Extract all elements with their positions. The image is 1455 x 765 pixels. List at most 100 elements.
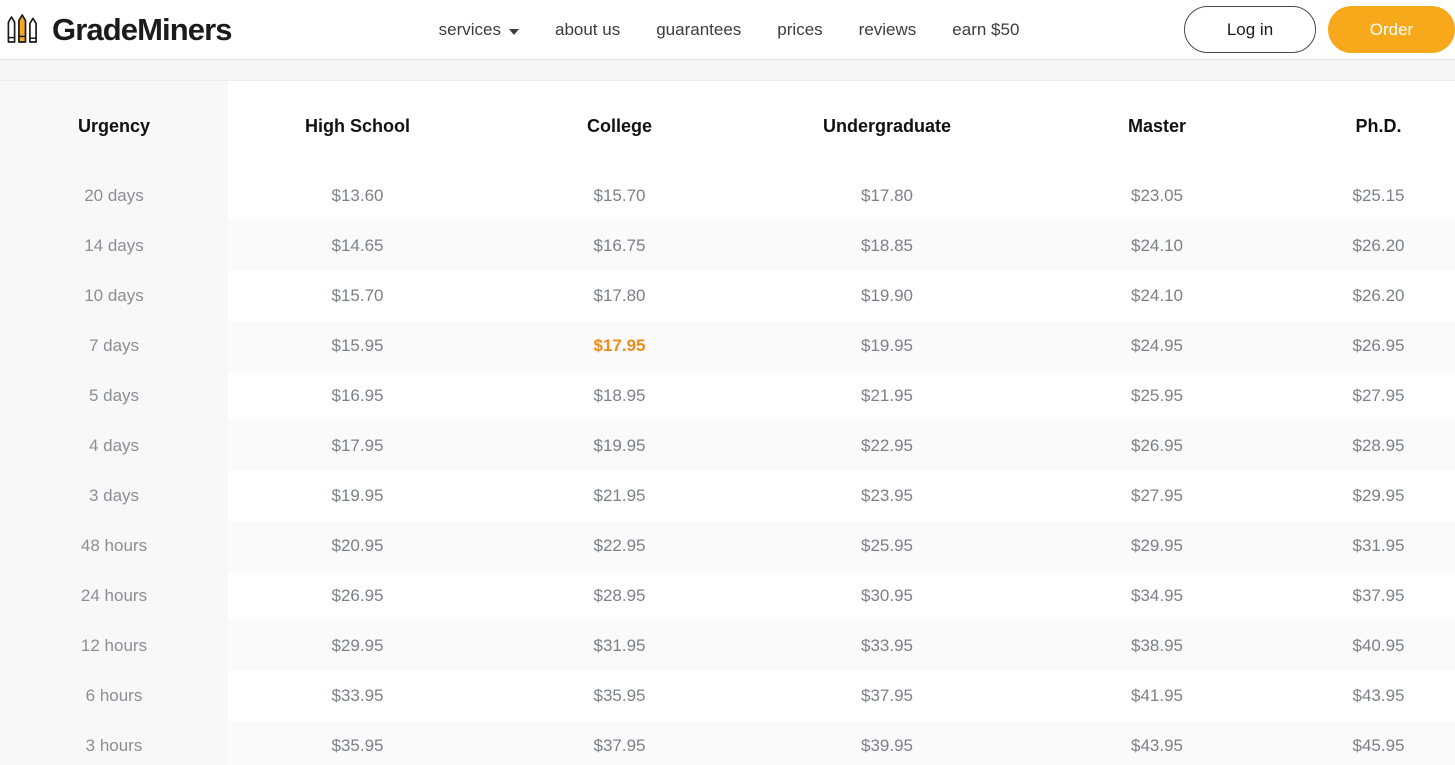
brand-name: GradeMiners bbox=[52, 12, 233, 47]
order-button[interactable]: Order bbox=[1328, 6, 1455, 53]
table-row: 14 days $14.65 $16.75 $18.85 $24.10 $26.20 bbox=[0, 221, 1455, 271]
table-row: 4 days $17.95 $19.95 $22.95 $26.95 $28.95 bbox=[0, 421, 1455, 471]
cell-urgency: 7 days bbox=[0, 321, 228, 371]
table-row: 10 days $15.70 $17.80 $19.90 $24.10 $26.20 bbox=[0, 271, 1455, 321]
table-row: 7 days $15.95 $17.95 $19.95 $24.95 $26.95 bbox=[0, 321, 1455, 371]
cell-price-undergraduate: $19.95 bbox=[752, 321, 1022, 371]
cell-price-master: $43.95 bbox=[1022, 721, 1292, 765]
cell-price-high-school: $15.95 bbox=[228, 321, 487, 371]
cell-urgency: 20 days bbox=[0, 171, 228, 221]
cell-price-master: $24.95 bbox=[1022, 321, 1292, 371]
cell-price-phd: $43.95 bbox=[1292, 671, 1455, 721]
nav-item-prices[interactable]: prices bbox=[777, 20, 822, 40]
cell-price-undergraduate: $33.95 bbox=[752, 621, 1022, 671]
cell-price-master: $24.10 bbox=[1022, 271, 1292, 321]
cell-price-high-school: $26.95 bbox=[228, 571, 487, 621]
table-row: 20 days $13.60 $15.70 $17.80 $23.05 $25.15 bbox=[0, 171, 1455, 221]
cell-price-phd: $26.95 bbox=[1292, 321, 1455, 371]
cell-price-master: $25.95 bbox=[1022, 371, 1292, 421]
cell-price-undergraduate: $30.95 bbox=[752, 571, 1022, 621]
nav-item-services-label: services bbox=[438, 19, 501, 39]
table-row: 6 hours $33.95 $35.95 $37.95 $41.95 $43.95 bbox=[0, 671, 1455, 721]
three-pencils-icon bbox=[6, 13, 48, 47]
cell-price-master: $38.95 bbox=[1022, 621, 1292, 671]
column-header-undergraduate: Undergraduate bbox=[752, 81, 1022, 171]
cell-price-phd: $26.20 bbox=[1292, 221, 1455, 271]
cell-price-phd: $29.95 bbox=[1292, 471, 1455, 521]
cell-price-undergraduate: $21.95 bbox=[752, 371, 1022, 421]
cell-price-college: $28.95 bbox=[487, 571, 752, 621]
cell-price-high-school: $16.95 bbox=[228, 371, 487, 421]
column-header-master: Master bbox=[1022, 81, 1292, 171]
cell-price-master: $41.95 bbox=[1022, 671, 1292, 721]
table-row: 3 hours $35.95 $37.95 $39.95 $43.95 $45.95 bbox=[0, 721, 1455, 765]
cell-price-college: $35.95 bbox=[487, 671, 752, 721]
column-header-college: College bbox=[487, 81, 752, 171]
cell-price-master: $34.95 bbox=[1022, 571, 1292, 621]
cell-price-high-school: $15.70 bbox=[228, 271, 487, 321]
cell-price-college: $31.95 bbox=[487, 621, 752, 671]
cell-price-phd: $45.95 bbox=[1292, 721, 1455, 765]
cell-price-phd: $27.95 bbox=[1292, 371, 1455, 421]
cell-price-master: $27.95 bbox=[1022, 471, 1292, 521]
cell-price-phd: $31.95 bbox=[1292, 521, 1455, 571]
brand-logo[interactable]: GradeMiners bbox=[6, 12, 233, 47]
cell-price-high-school: $20.95 bbox=[228, 521, 487, 571]
header-actions: Log in Order bbox=[1184, 6, 1455, 53]
cell-price-phd: $26.20 bbox=[1292, 271, 1455, 321]
main-navigation: services about us guarantees prices revi… bbox=[439, 20, 1020, 40]
column-header-high-school: High School bbox=[228, 81, 487, 171]
table-row: 12 hours $29.95 $31.95 $33.95 $38.95 $40.95 bbox=[0, 621, 1455, 671]
cell-urgency: 14 days bbox=[0, 221, 228, 271]
nav-item-reviews[interactable]: reviews bbox=[859, 20, 917, 40]
table-row: 48 hours $20.95 $22.95 $25.95 $29.95 $31.95 bbox=[0, 521, 1455, 571]
cell-price-college: $21.95 bbox=[487, 471, 752, 521]
cell-urgency: 10 days bbox=[0, 271, 228, 321]
cell-urgency: 6 hours bbox=[0, 671, 228, 721]
cell-price-college: $15.70 bbox=[487, 171, 752, 221]
table-row: 5 days $16.95 $18.95 $21.95 $25.95 $27.95 bbox=[0, 371, 1455, 421]
cell-price-phd: $40.95 bbox=[1292, 621, 1455, 671]
cell-price-high-school: $35.95 bbox=[228, 721, 487, 765]
cell-price-undergraduate: $37.95 bbox=[752, 671, 1022, 721]
table-header-row: Urgency High School College Undergraduat… bbox=[0, 81, 1455, 171]
cell-price-undergraduate: $18.85 bbox=[752, 221, 1022, 271]
cell-price-college: $17.80 bbox=[487, 271, 752, 321]
nav-item-services[interactable]: services bbox=[439, 20, 519, 40]
login-button[interactable]: Log in bbox=[1184, 6, 1316, 53]
cell-price-master: $29.95 bbox=[1022, 521, 1292, 571]
cell-urgency: 12 hours bbox=[0, 621, 228, 671]
cell-price-college: $19.95 bbox=[487, 421, 752, 471]
column-header-urgency: Urgency bbox=[0, 81, 228, 171]
cell-price-high-school: $29.95 bbox=[228, 621, 487, 671]
cell-price-undergraduate: $22.95 bbox=[752, 421, 1022, 471]
nav-item-guarantees[interactable]: guarantees bbox=[656, 20, 741, 40]
cell-price-phd: $25.15 bbox=[1292, 171, 1455, 221]
cell-urgency: 3 days bbox=[0, 471, 228, 521]
price-table-section: Urgency High School College Undergraduat… bbox=[0, 81, 1455, 765]
cell-urgency: 24 hours bbox=[0, 571, 228, 621]
cell-price-phd: $37.95 bbox=[1292, 571, 1455, 621]
cell-price-master: $24.10 bbox=[1022, 221, 1292, 271]
cell-price-high-school: $14.65 bbox=[228, 221, 487, 271]
cell-price-phd: $28.95 bbox=[1292, 421, 1455, 471]
cell-urgency: 48 hours bbox=[0, 521, 228, 571]
nav-item-earn-50[interactable]: earn $50 bbox=[952, 20, 1019, 40]
cell-price-high-school: $33.95 bbox=[228, 671, 487, 721]
cell-price-undergraduate: $25.95 bbox=[752, 521, 1022, 571]
cell-price-high-school: $19.95 bbox=[228, 471, 487, 521]
cell-price-undergraduate: $39.95 bbox=[752, 721, 1022, 765]
header-sub-strip bbox=[0, 60, 1455, 81]
table-row: 24 hours $26.95 $28.95 $30.95 $34.95 $37.95 bbox=[0, 571, 1455, 621]
cell-price-undergraduate: $17.80 bbox=[752, 171, 1022, 221]
cell-price-college-featured: $17.95 bbox=[487, 321, 752, 371]
table-row: 3 days $19.95 $21.95 $23.95 $27.95 $29.95 bbox=[0, 471, 1455, 521]
nav-item-about-us[interactable]: about us bbox=[555, 20, 620, 40]
cell-urgency: 3 hours bbox=[0, 721, 228, 765]
price-table-body: 20 days $13.60 $15.70 $17.80 $23.05 $25.15 14 … bbox=[0, 171, 1455, 765]
column-header-phd: Ph.D. bbox=[1292, 81, 1455, 171]
cell-price-college: $18.95 bbox=[487, 371, 752, 421]
cell-price-high-school: $17.95 bbox=[228, 421, 487, 471]
price-table: Urgency High School College Undergraduat… bbox=[0, 81, 1455, 765]
cell-price-college: $37.95 bbox=[487, 721, 752, 765]
